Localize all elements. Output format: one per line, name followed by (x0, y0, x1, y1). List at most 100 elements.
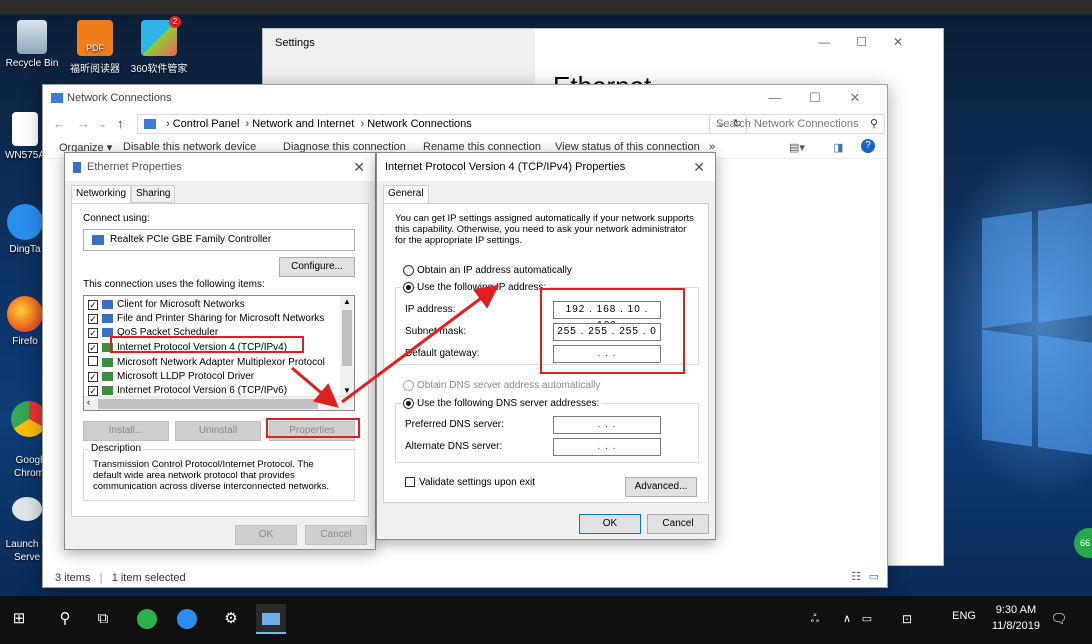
obtain-dns-auto-label[interactable]: Obtain DNS server address automatically (417, 380, 600, 391)
ethernet-cancel-button[interactable]: Cancel (305, 525, 367, 545)
use-following-dns-radio[interactable] (403, 398, 414, 409)
ipv4-ok-button[interactable]: OK (579, 514, 641, 534)
obtain-ip-auto-radio[interactable] (403, 265, 414, 276)
items-label: This connection uses the following items… (83, 279, 265, 290)
scroll-left-icon[interactable]: ‹ (87, 397, 90, 407)
maximize-icon[interactable]: ☐ (795, 85, 835, 111)
scroll-thumb[interactable] (342, 310, 352, 366)
preview-pane-icon[interactable]: ◨ (833, 141, 843, 154)
action-center-icon[interactable]: 🗨 (1044, 604, 1074, 634)
ethernet-properties-title-bar: Ethernet Properties ✕ (65, 153, 375, 181)
settings-taskbar-icon[interactable]: ⚙ (216, 604, 246, 634)
list-vertical-scrollbar[interactable]: ▲ ▼ (340, 296, 354, 396)
ethernet-ok-button[interactable]: OK (235, 525, 297, 545)
recent-chevron-icon[interactable]: ⌄ (99, 119, 107, 130)
network-connections-taskbar-icon[interactable] (256, 604, 286, 634)
validate-label[interactable]: Validate settings upon exit (419, 477, 535, 488)
tab-networking[interactable]: Networking (71, 185, 132, 204)
scroll-right-icon[interactable]: › (333, 397, 336, 407)
change-view-icon[interactable]: ▤▾ (789, 141, 805, 154)
network-connections-icon (51, 93, 63, 103)
close-icon[interactable]: ✕ (693, 153, 705, 181)
explorer-title-bar: Network Connections — ☐ ✕ (43, 85, 887, 111)
list-item[interactable]: ✓ Microsoft LLDP Protocol Driver (88, 370, 254, 384)
checkbox[interactable]: ✓ (88, 314, 98, 324)
ethernet-icon (73, 162, 81, 173)
scroll-down-icon[interactable]: ▼ (343, 386, 351, 395)
help-icon[interactable]: ? (861, 139, 875, 153)
tab-general[interactable]: General (383, 185, 429, 204)
search-input[interactable]: Search Network Connections ⚲ (709, 114, 885, 134)
preferred-dns-label: Preferred DNS server: (405, 419, 504, 430)
input-language[interactable]: ENG (952, 610, 976, 622)
breadcrumb-network-connections[interactable]: Network Connections (367, 118, 472, 130)
search-icon[interactable]: ⚲ (50, 604, 80, 634)
top-bar (0, 0, 1092, 14)
start-button-icon[interactable]: ⊞ (4, 604, 34, 634)
control-panel-icon (144, 119, 156, 129)
network-tray-icon[interactable]: ⊡ (892, 604, 922, 634)
description-text: Transmission Control Protocol/Internet P… (93, 459, 330, 492)
highlight-properties-button (266, 418, 360, 438)
windows-logo-wallpaper (942, 203, 1092, 465)
breadcrumb-network-internet[interactable]: Network and Internet (252, 118, 354, 130)
obtain-dns-auto-radio[interactable] (403, 380, 414, 391)
360-software-manager-icon[interactable]: 2 360软件管家 (124, 16, 194, 75)
checkbox[interactable]: ✓ (88, 300, 98, 310)
alternate-dns-field[interactable]: . . . (553, 438, 661, 456)
ipv4-cancel-button[interactable]: Cancel (647, 514, 709, 534)
checkbox[interactable] (88, 356, 98, 366)
protocol-icon (102, 385, 113, 395)
search-icon: ⚲ (869, 118, 878, 130)
highlight-ip-fields (540, 288, 685, 374)
minimize-icon[interactable]: — (755, 85, 795, 111)
protocol-icon (102, 357, 113, 367)
close-icon[interactable]: ✕ (835, 85, 875, 111)
browser-taskbar-icon[interactable] (132, 604, 162, 634)
list-item[interactable]: ✓ Client for Microsoft Networks (88, 298, 245, 312)
tab-sharing[interactable]: Sharing (131, 185, 176, 203)
clock[interactable]: 9:30 AM 11/8/2019 (992, 602, 1040, 634)
preferred-dns-field[interactable]: . . . (553, 416, 661, 434)
forward-arrow-icon[interactable]: → (77, 116, 90, 131)
uninstall-button[interactable]: Uninstall (175, 421, 261, 441)
list-item[interactable]: ✓ File and Printer Sharing for Microsoft … (88, 312, 324, 326)
scroll-up-icon[interactable]: ▲ (343, 297, 351, 306)
checkbox[interactable]: ✓ (88, 343, 98, 353)
validate-checkbox[interactable] (405, 477, 415, 487)
components-list[interactable]: ✓ Client for Microsoft Networks ✓ File and… (83, 295, 355, 411)
notification-badge: 2 (169, 16, 181, 28)
configure-button[interactable]: Configure... (279, 257, 355, 277)
explorer-title: Network Connections (67, 92, 172, 104)
people-icon[interactable]: ஃ (800, 604, 830, 634)
checkbox[interactable]: ✓ (88, 372, 98, 382)
dingtalk-taskbar-icon[interactable] (172, 604, 202, 634)
checkbox[interactable]: ✓ (88, 386, 98, 396)
checkbox[interactable]: ✓ (88, 328, 98, 338)
list-horizontal-scrollbar[interactable]: ‹ › (84, 396, 354, 410)
foxit-reader-icon[interactable]: PDF 福昕阅读器 (60, 20, 130, 75)
breadcrumb-control-panel[interactable]: Control Panel (173, 118, 240, 130)
use-following-dns-label[interactable]: Use the following DNS server addresses: (417, 398, 602, 409)
install-button[interactable]: Install... (83, 421, 169, 441)
address-bar[interactable]: › Control Panel › Network and Internet ›… (137, 114, 747, 134)
floating-widget-badge[interactable]: 66 (1074, 528, 1092, 558)
advanced-button[interactable]: Advanced... (625, 477, 697, 497)
adapter-name: Realtek PCIe GBE Family Controller (110, 234, 272, 245)
details-view-icon[interactable]: ☷ (851, 570, 861, 583)
obtain-ip-auto-label[interactable]: Obtain an IP address automatically (417, 265, 572, 276)
use-following-ip-radio[interactable] (403, 282, 414, 293)
scroll-thumb[interactable] (98, 399, 318, 409)
large-icons-view-icon[interactable]: ▭ (869, 570, 879, 583)
back-arrow-icon[interactable]: ← (53, 116, 66, 131)
up-arrow-icon[interactable]: ↑ (117, 116, 124, 131)
close-icon[interactable]: ✕ (353, 153, 365, 181)
list-item[interactable]: Microsoft Network Adapter Multiplexor Pr… (88, 355, 325, 369)
task-view-icon[interactable]: ⧉ (88, 604, 118, 634)
settings-window-controls[interactable]: —☐✕ (818, 35, 929, 49)
battery-icon[interactable]: ▭ (852, 604, 882, 634)
use-following-ip-label[interactable]: Use the following IP address: (417, 282, 549, 293)
recycle-bin-icon[interactable]: Recycle Bin (0, 20, 67, 69)
ip-address-label: IP address: (405, 304, 456, 315)
connect-using-label: Connect using: (83, 213, 150, 224)
